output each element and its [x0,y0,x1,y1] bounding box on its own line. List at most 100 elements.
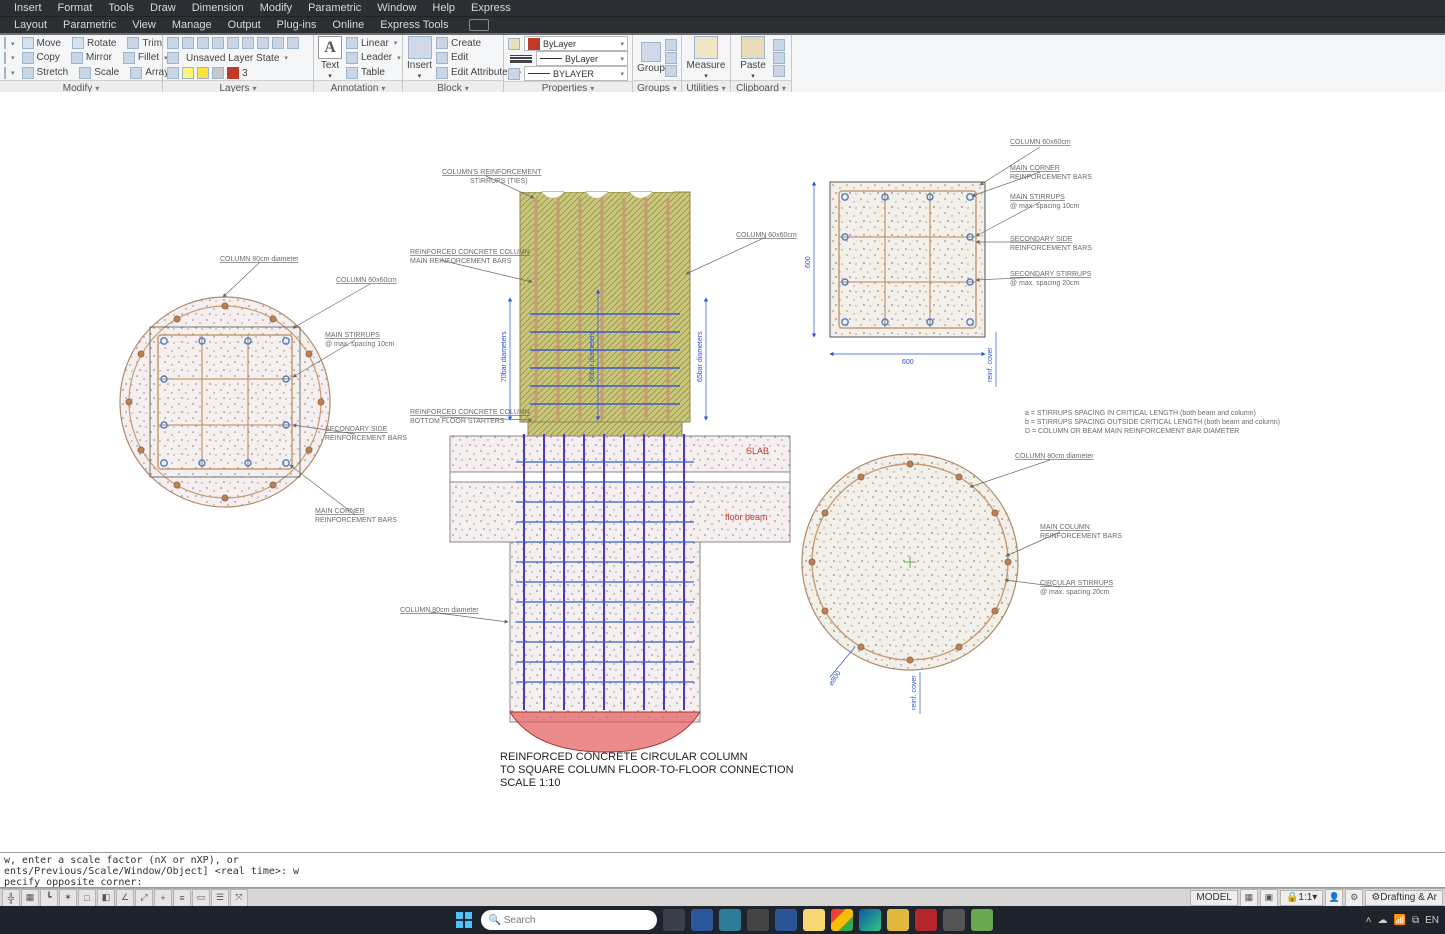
anno-auto-button[interactable]: ⚙ [1345,889,1363,907]
tb-app-4[interactable] [943,909,965,931]
svg-text:MAIN REINFORCEMENT BARS: MAIN REINFORCEMENT BARS [410,258,512,265]
layer-current-icon[interactable] [167,67,179,79]
command-line[interactable]: w, enter a scale factor (nX or nXP), or … [0,852,1445,888]
tb-autocad[interactable] [915,909,937,931]
tb-edge[interactable] [859,909,881,931]
osnap-button[interactable]: □ [78,889,96,907]
tray-wifi-icon[interactable]: 📶 [1394,915,1406,926]
grid2-button[interactable]: ▦ [1240,889,1258,907]
tray-dropbox-icon[interactable]: ⧉ [1412,915,1419,926]
tab-layout[interactable]: Layout [6,19,55,31]
rotate-button[interactable]: Rotate [68,36,120,50]
anno-scale[interactable]: 🔒 1:1▾ [1280,890,1323,906]
menu-parametric[interactable]: Parametric [300,2,369,14]
copy-button[interactable]: Copy [18,51,64,65]
tb-store[interactable] [775,909,797,931]
stretch-button[interactable]: Stretch [18,66,73,80]
qp-button[interactable]: ☰ [211,889,229,907]
tab-expand-icon[interactable] [469,19,489,31]
circle-icon[interactable] [4,52,6,64]
scale-button[interactable]: Scale [75,66,123,80]
tray-chevron-icon[interactable]: ˄ [1366,915,1372,926]
leader-button[interactable]: Leader [342,51,405,65]
menu-modify[interactable]: Modify [252,2,300,14]
layer-state-icon[interactable] [167,52,179,64]
move-button[interactable]: Move [18,36,65,50]
space-indicator[interactable]: MODEL [1190,890,1238,906]
drawing-area[interactable]: COLUMN 80cm diameter COLUMN 60x60cm MAIN… [0,92,1445,852]
menu-format[interactable]: Format [50,2,101,14]
group-button[interactable]: Group [637,36,665,80]
cut-icon[interactable] [773,39,785,51]
sc-button[interactable]: ⤧ [230,889,248,907]
dyn-button[interactable]: + [154,889,172,907]
linear-button[interactable]: Linear [342,36,405,50]
measure-button[interactable]: Measure▾ [686,36,726,80]
linetype-select[interactable]: ByLayer [536,51,628,66]
start-button[interactable] [453,909,475,931]
tb-settings[interactable] [747,909,769,931]
match-icon[interactable] [508,38,520,50]
paste-button[interactable]: Paste▾ [737,36,769,80]
tab-plugins[interactable]: Plug-ins [269,19,325,31]
layer-current-name[interactable]: 3 [242,68,309,79]
workspace-label[interactable]: ⚙ Drafting & Ar [1365,890,1443,906]
paste-icon [741,36,765,59]
menu-insert[interactable]: Insert [6,2,50,14]
tb-app-3[interactable] [887,909,909,931]
table-button[interactable]: Table [342,66,405,80]
svg-text:COLUMN 80cm diameter: COLUMN 80cm diameter [220,256,299,263]
list-icon[interactable] [508,68,520,80]
menu-help[interactable]: Help [424,2,463,14]
tab-online[interactable]: Online [324,19,372,31]
insert-icon [408,36,432,59]
maximize-button[interactable]: ▣ [1260,889,1278,907]
insert-button[interactable]: Insert▾ [407,36,432,80]
tab-output[interactable]: Output [220,19,269,31]
menu-tools[interactable]: Tools [100,2,142,14]
menu-express[interactable]: Express [463,2,519,14]
layer-state-select[interactable]: Unsaved Layer State [182,51,309,65]
layer-prop-icon[interactable] [182,37,194,49]
snap-button[interactable]: ╬ [2,889,20,907]
tab-parametric[interactable]: Parametric [55,19,124,31]
ducs-button[interactable]: ⤢ [135,889,153,907]
mirror-button[interactable]: Mirror [67,51,116,65]
svg-text:COLUMN 60x60cm: COLUMN 60x60cm [336,277,397,284]
otrack-button[interactable]: ∠ [116,889,134,907]
task-view-icon[interactable] [663,909,685,931]
3dosnap-button[interactable]: ◧ [97,889,115,907]
copy-clip-icon[interactable] [773,52,785,64]
lwt-button[interactable]: ≡ [173,889,191,907]
tab-manage[interactable]: Manage [164,19,220,31]
tb-app-2[interactable] [719,909,741,931]
panel-modify: Move Rotate Trim Copy Mirror Fillet Stre… [0,35,163,95]
anno-vis-button[interactable]: 👤 [1325,889,1343,907]
polar-button[interactable]: ✶ [59,889,77,907]
lineweight-select[interactable]: BYLAYER [524,66,628,81]
tab-express-tools[interactable]: Express Tools [372,19,456,31]
svg-text:REINFORCEMENT BARS: REINFORCEMENT BARS [1010,245,1092,252]
menu-dimension[interactable]: Dimension [184,2,252,14]
tpy-button[interactable]: ▭ [192,889,210,907]
svg-text:SCALE 1:10: SCALE 1:10 [500,777,561,789]
color-select[interactable]: ByLayer [524,36,628,51]
menu-draw[interactable]: Draw [142,2,184,14]
text-button[interactable]: AText▾ [318,36,342,80]
tray-lang[interactable]: EN [1425,915,1439,926]
tray-cloud-icon[interactable]: ☁ [1378,915,1388,926]
taskbar-search[interactable]: 🔍 Search [481,910,657,930]
ortho-button[interactable]: ┗ [40,889,58,907]
tb-app-1[interactable] [691,909,713,931]
tb-chrome[interactable] [831,909,853,931]
windows-icon [456,912,472,928]
layer-icon[interactable] [167,37,179,49]
grip-icon[interactable] [4,37,6,49]
tab-view[interactable]: View [124,19,164,31]
tb-app-5[interactable] [971,909,993,931]
tb-explorer[interactable] [803,909,825,931]
menu-window[interactable]: Window [369,2,424,14]
grid-button[interactable]: ▦ [21,889,39,907]
rect-icon[interactable] [4,67,6,79]
svg-text:65bar diameters: 65bar diameters [697,331,704,382]
